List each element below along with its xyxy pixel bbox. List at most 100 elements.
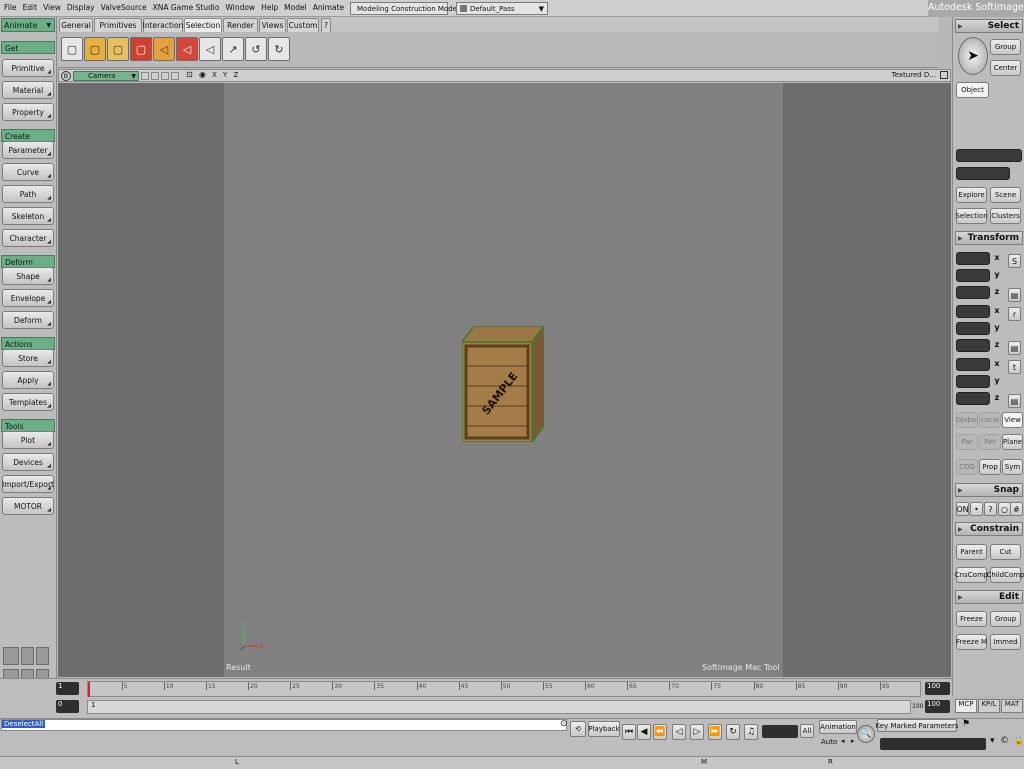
lock-icon[interactable]: ▤ (1008, 341, 1021, 355)
childcomp-button[interactable]: ChildComp (986, 567, 1024, 583)
property-button[interactable]: Property ◢ (2, 103, 54, 121)
transform-field[interactable] (956, 252, 990, 265)
edit-group-button[interactable]: Group (990, 611, 1021, 627)
import-export-button[interactable]: Import/Export ◢ (2, 475, 54, 493)
module-dropdown[interactable]: Animate ▼ (1, 18, 55, 32)
axis-label-z[interactable]: z (992, 287, 1002, 296)
timeline-ruler[interactable]: 5 10 15 20 25 30 35 40 45 50 55 60 65 70 75 80 85 90 95 (87, 681, 921, 697)
store-button[interactable]: Store ◢ (2, 349, 54, 367)
timeline-start-field[interactable]: 1 (56, 682, 79, 695)
lock-icon[interactable]: 🔒 (1013, 736, 1024, 746)
axis-label-x[interactable]: x (992, 306, 1002, 315)
constrain-section-header[interactable]: ▶ Constrain (955, 522, 1023, 536)
range-end-field[interactable]: 100 (925, 700, 950, 713)
status-field[interactable] (880, 738, 986, 750)
freeze-button[interactable]: Freeze (956, 611, 987, 627)
plane-button[interactable]: Plane (1002, 434, 1023, 450)
crate-model[interactable]: SAMPLE (462, 326, 544, 442)
cube-tool-icon[interactable]: ▢ (61, 37, 83, 61)
key-marked-parameters-button[interactable]: Key Marked Parameters (876, 719, 958, 732)
menu-item[interactable]: XNA Game Studio (151, 2, 224, 15)
playhead[interactable] (88, 682, 90, 697)
templates-button[interactable]: Templates ◢ (2, 393, 54, 411)
tab-custom[interactable]: Custom (287, 18, 319, 32)
plot-button[interactable]: Plot ◢ (2, 431, 54, 449)
motor-button[interactable]: MOTOR ◢ (2, 497, 54, 515)
polygon-select-icon[interactable]: ↻ (268, 37, 290, 61)
lock-icon[interactable]: ▤ (1008, 394, 1021, 408)
path-button[interactable]: Path ◢ (2, 185, 54, 203)
construction-mode-dropdown[interactable]: Modeling Construction Mode ▼ (350, 2, 462, 15)
axis-label-z[interactable]: z (992, 393, 1002, 402)
axis-label-y[interactable]: y (992, 270, 1002, 279)
prop-button[interactable]: Prop (979, 459, 1001, 475)
audio-icon[interactable]: ♫ (744, 724, 758, 740)
explore-button[interactable]: Explore (956, 187, 987, 203)
menu-item[interactable]: View (41, 2, 65, 15)
command-line[interactable]: DeselectAll (1, 719, 567, 731)
parent-button[interactable]: Parent (956, 544, 987, 560)
mcp-tab[interactable]: MCP (955, 699, 977, 713)
prev-key-arrow-icon[interactable]: ◂ (841, 737, 845, 745)
all-button[interactable]: All (800, 724, 814, 738)
script-icon[interactable]: ⟲ (570, 721, 586, 737)
selection-button[interactable]: Selection (955, 208, 988, 224)
skeleton-button[interactable]: Skeleton ◢ (2, 207, 54, 225)
range-start-field[interactable]: 0 (56, 700, 79, 713)
view-slot-icon[interactable] (161, 72, 169, 80)
eye-icon[interactable]: ◉ (199, 70, 206, 79)
rewind-icon[interactable]: ⏪ (653, 724, 667, 740)
menu-item[interactable]: Animate (311, 2, 348, 15)
tab-primitives[interactable]: Primitives (94, 18, 142, 32)
command-history-icon[interactable]: ⊙ (560, 719, 568, 729)
immed-button[interactable]: Immed (990, 634, 1021, 650)
playback-button[interactable]: Playback (588, 721, 620, 737)
range-slider[interactable]: 1 (87, 700, 911, 714)
camera-dropdown[interactable]: Camera ▼ (73, 71, 139, 81)
display-mode-dropdown[interactable]: Textured D... (892, 71, 936, 79)
view-slot-icon[interactable] (171, 72, 179, 80)
primitive-button[interactable]: Primitive ◢ (2, 59, 54, 77)
menu-item[interactable]: Edit (21, 2, 42, 15)
transform-field[interactable] (956, 392, 990, 405)
cube-select-tool-icon[interactable]: ▢ (84, 37, 106, 61)
cnscomp-button[interactable]: CnsComp (955, 567, 988, 583)
freeze-m-button[interactable]: Freeze M (956, 634, 987, 650)
copyright-icon[interactable]: © (1000, 736, 1009, 746)
axis-label-y[interactable]: y (992, 376, 1002, 385)
animation-dropdown[interactable]: Animation (819, 720, 857, 734)
center-button[interactable]: Center (990, 60, 1021, 76)
global-button[interactable]: Global (956, 412, 978, 428)
auto-key-label[interactable]: Auto (821, 738, 837, 746)
transform-section-header[interactable]: ▶ Transform (955, 231, 1023, 245)
cog-button[interactable]: COG (956, 459, 978, 475)
axis-label-z[interactable]: z (992, 340, 1002, 349)
arrow-down-icon[interactable]: ▾ (990, 736, 995, 746)
apply-button[interactable]: Apply ◢ (2, 371, 54, 389)
polygon-select-icon[interactable]: ◁ (199, 37, 221, 61)
polygon-select-icon[interactable]: ↺ (245, 37, 267, 61)
transform-field[interactable] (956, 322, 990, 335)
maximize-icon[interactable] (940, 71, 948, 79)
parameter-button[interactable]: Parameter ◢ (2, 141, 54, 159)
axis-label-x[interactable]: x (992, 359, 1002, 368)
current-frame-field[interactable] (762, 725, 798, 738)
transform-field[interactable] (956, 269, 990, 282)
first-frame-icon[interactable]: ⏮ (622, 724, 636, 740)
view-slot-icon[interactable] (151, 72, 159, 80)
fast-forward-icon[interactable]: ⏩ (708, 724, 722, 740)
polygon-select-icon[interactable]: ↗ (222, 37, 244, 61)
axis-label-x[interactable]: x (992, 253, 1002, 262)
tab-selection[interactable]: Selection (184, 18, 222, 32)
menu-item[interactable]: ValveSource (99, 2, 151, 15)
tab-views[interactable]: Views (259, 18, 286, 32)
tab-general[interactable]: General (59, 18, 93, 32)
cube-select-tool-icon[interactable]: ◁ (153, 37, 175, 61)
tab-interaction[interactable]: Interaction (143, 18, 183, 32)
transform-mode-S[interactable]: S (1008, 254, 1021, 268)
sym-button[interactable]: Sym (1002, 459, 1023, 475)
clusters-button[interactable]: Clusters (990, 208, 1021, 224)
transform-field[interactable] (956, 305, 990, 318)
timeline-end-field[interactable]: 100 (925, 682, 950, 695)
help-icon[interactable]: ? (321, 18, 331, 32)
